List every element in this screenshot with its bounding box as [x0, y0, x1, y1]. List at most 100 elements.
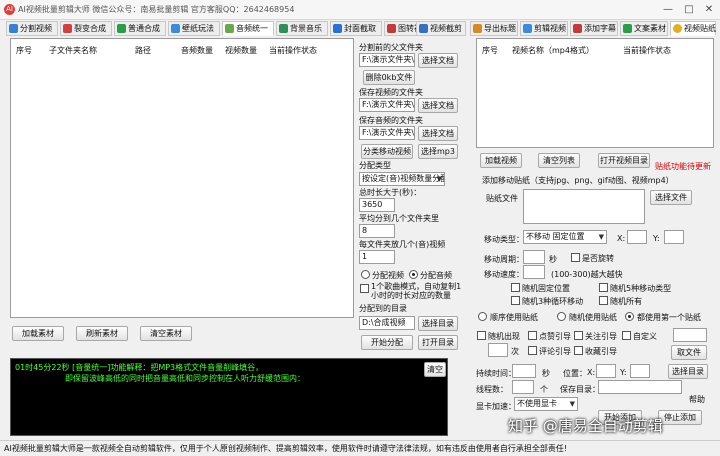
tab-bgm[interactable]: 背景音乐: [276, 21, 328, 36]
load-material-button[interactable]: 加载素材: [12, 326, 64, 341]
clear-log-button[interactable]: 清空: [424, 362, 446, 377]
y-label: Y:: [653, 234, 660, 243]
clear-material-button[interactable]: 清空素材: [140, 326, 192, 341]
video-table[interactable]: 序号 视频名称（mp4格式） 当前操作状态: [476, 38, 714, 148]
random5-checkbox[interactable]: [599, 283, 608, 292]
duration-input[interactable]: [512, 364, 536, 378]
select-dir-button[interactable]: 选择目录: [418, 316, 458, 331]
clear-list-button[interactable]: 清空列表: [538, 153, 580, 168]
add-sticker-title: 添加移动贴纸（支持jpg、png、gif动图、视频mp4）: [482, 176, 674, 185]
tab-label: 普通合成: [128, 24, 160, 33]
save-audio-input[interactable]: F:\演示文件夹\: [359, 126, 415, 140]
tab-copywriting[interactable]: 文案素材: [620, 21, 668, 36]
tab-cover[interactable]: 封面截取: [330, 21, 382, 36]
chevron-down-icon: ▼: [598, 233, 604, 241]
radio-random-use[interactable]: [557, 312, 566, 321]
custom-checkbox[interactable]: [622, 331, 631, 340]
tab-edit-video[interactable]: 剪辑视频: [520, 21, 568, 36]
close-button[interactable]: ✕: [701, 3, 717, 17]
follow-checkbox[interactable]: [574, 331, 583, 340]
open-dir-button[interactable]: 打开目录: [418, 335, 458, 350]
load-video-button[interactable]: 加载视频: [480, 153, 522, 168]
follow-label: 关注引导: [585, 332, 617, 341]
log-console: 01时45分22秒 [音量统一]功能解释：把MP3格式文件音量削峰填谷， 即保留…: [10, 358, 448, 436]
text-icon: [623, 24, 632, 33]
save-video-input[interactable]: F:\演示文件夹\割: [359, 98, 415, 112]
window-title: AI视频批量剪辑大师 微信公众号：南易批量剪辑 官方客服QQ：264246895…: [18, 5, 295, 14]
tab-label: 添加字幕: [584, 24, 616, 33]
rotate-checkbox[interactable]: [571, 253, 580, 262]
file-table[interactable]: 序号 子文件夹名称 路径 音频数量 视频数量 当前操作状态: [10, 38, 354, 318]
stop-add-button[interactable]: 停止添加: [658, 410, 702, 425]
radio-audio-label: 分配音频: [420, 271, 452, 280]
tab-normal-merge[interactable]: 普通合成: [114, 21, 166, 36]
tab-split-video[interactable]: 分割视频: [6, 21, 58, 36]
radio-distribute-audio[interactable]: [409, 270, 418, 279]
tab-sticker[interactable]: 视频贴纸: [670, 21, 716, 36]
y-input[interactable]: [664, 230, 684, 244]
classify-move-button[interactable]: 分类移动视频: [361, 144, 413, 159]
move-type-select[interactable]: 不移动 固定位置 ▼: [523, 230, 607, 244]
gpu-select[interactable]: 不使用显卡 ▼: [514, 397, 578, 411]
start-distribute-button[interactable]: 开始分配: [361, 335, 413, 350]
target-dir-input[interactable]: D:\合成视频: [359, 316, 415, 330]
split-folder-input[interactable]: F:\演示文件夹\割: [359, 53, 415, 67]
radio-sequential[interactable]: [478, 312, 487, 321]
x-input[interactable]: [627, 230, 647, 244]
threads-input[interactable]: [512, 380, 534, 394]
fav-checkbox[interactable]: [574, 346, 583, 355]
x2-input[interactable]: [596, 364, 616, 378]
tab-audio-unify[interactable]: 音频统一: [222, 21, 274, 36]
times-input[interactable]: [488, 343, 508, 357]
threads-label: 线程数：: [476, 385, 508, 394]
comment-checkbox[interactable]: [528, 346, 537, 355]
select-folder-button-2[interactable]: 选择文档: [418, 98, 458, 113]
select-mp3-button[interactable]: 选择mp3: [418, 144, 458, 159]
random-show-checkbox[interactable]: [477, 331, 486, 340]
random-all-label: 随机所有: [610, 297, 642, 306]
select-folder-button-3[interactable]: 选择文档: [418, 126, 458, 141]
maximize-button[interactable]: □: [681, 3, 697, 17]
tab-export-title[interactable]: 导出标题: [470, 21, 518, 36]
tab-label: 视频截剪: [430, 24, 462, 33]
avg-folder-input[interactable]: 8: [359, 224, 395, 238]
take-file-button[interactable]: 取文件: [671, 345, 707, 360]
gpu-value: 不使用显卡: [517, 399, 557, 408]
y2-input[interactable]: [630, 364, 650, 378]
like-checkbox[interactable]: [528, 331, 537, 340]
select-dir-button-2[interactable]: 选择目录: [668, 364, 708, 379]
total-length-input[interactable]: 3650: [359, 198, 395, 212]
random5-label: 随机5种移动类型: [610, 284, 672, 293]
random-fixed-checkbox[interactable]: [511, 283, 520, 292]
radio-distribute-video[interactable]: [361, 270, 370, 279]
select-folder-button-1[interactable]: 选择文档: [418, 53, 458, 68]
minimize-button[interactable]: —: [660, 3, 676, 17]
save-dir-input[interactable]: [598, 380, 682, 394]
random-all-checkbox[interactable]: [599, 296, 608, 305]
tab-subtitle[interactable]: 添加字幕: [570, 21, 618, 36]
sticker-file-input[interactable]: [523, 189, 645, 224]
help-link[interactable]: 帮助: [689, 394, 705, 405]
split-type-select[interactable]: 按设定(音)视频数量分配 ▼: [359, 172, 445, 186]
edit-icon: [523, 24, 532, 33]
refresh-material-button[interactable]: 刷新素材: [76, 326, 128, 341]
status-bar: AI视频批量剪辑大师是一款视频全自动剪辑软件，仅用于个人原创视频制作、提高剪辑效…: [0, 440, 720, 456]
target-dir-label: 分配到的目录: [359, 304, 407, 313]
random3-checkbox[interactable]: [511, 296, 520, 305]
custom-input[interactable]: [673, 328, 707, 342]
log-line-2: 即保留波峰高低的同时把音量高低和同步控制在人听力舒缓范围内：: [65, 374, 305, 383]
move-period-input[interactable]: [523, 250, 545, 264]
tab-fission[interactable]: 裂变合成: [60, 21, 112, 36]
select-file-button[interactable]: 选择文件: [650, 190, 692, 205]
open-video-dir-button[interactable]: 打开视频目录: [598, 153, 650, 168]
tab-wallpaper[interactable]: 壁纸玩法: [168, 21, 220, 36]
tab-video-trim[interactable]: 视频截剪: [416, 21, 466, 36]
delete-0kb-button[interactable]: 删除0kb文件: [363, 70, 415, 85]
song-mode-checkbox[interactable]: [360, 284, 369, 293]
radio-all-first[interactable]: [625, 312, 634, 321]
per-folder-input[interactable]: 1: [359, 250, 395, 264]
threads-unit: 个: [540, 385, 548, 394]
notice-text: 贴纸功能待更新: [655, 162, 711, 171]
random3-label: 随机3种循环移动: [522, 297, 584, 306]
move-speed-input[interactable]: [523, 265, 545, 279]
